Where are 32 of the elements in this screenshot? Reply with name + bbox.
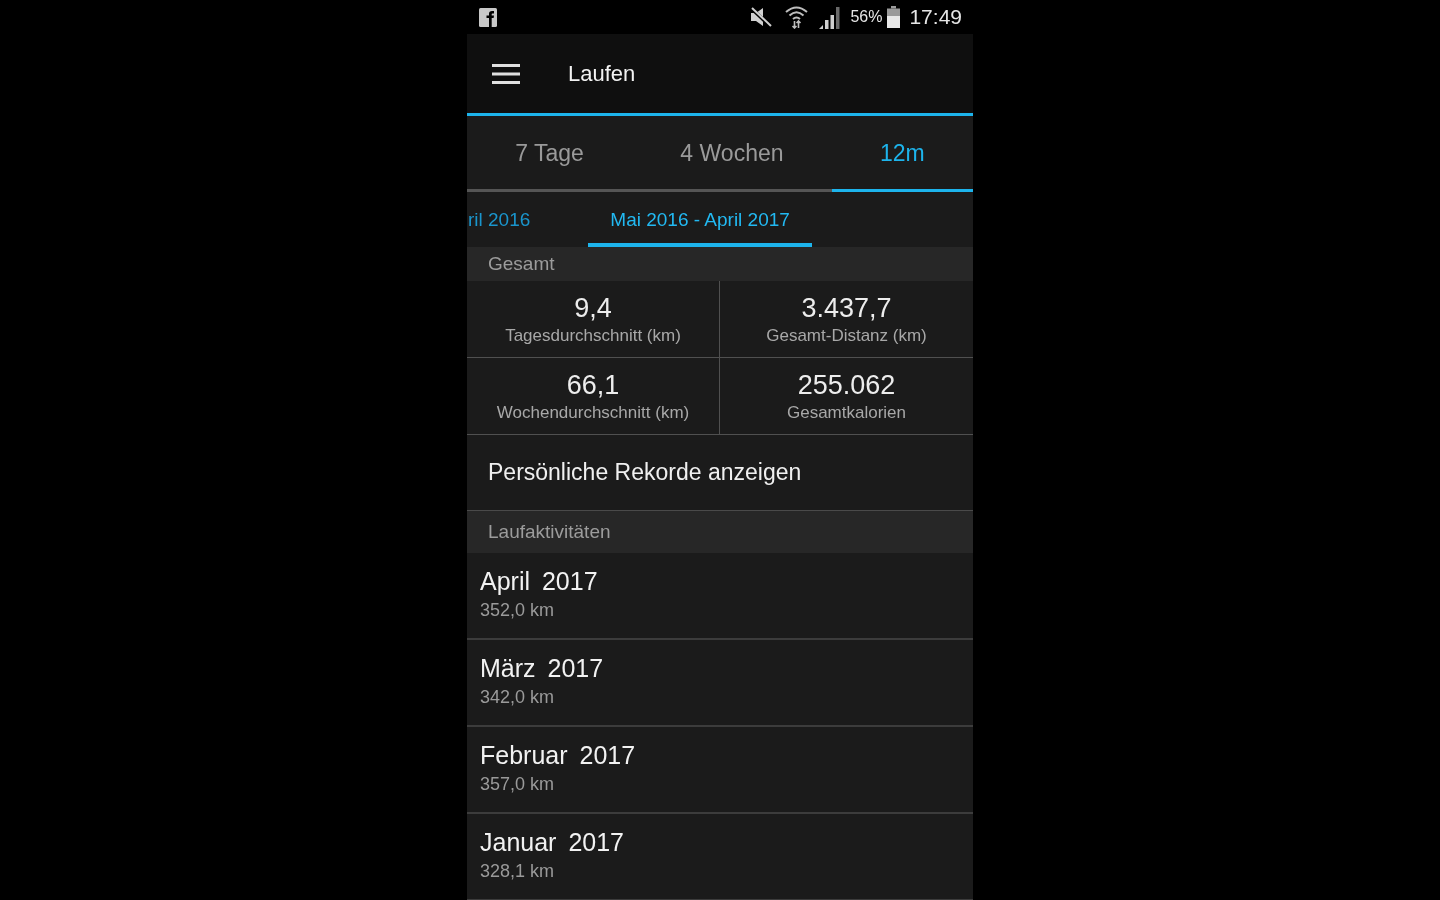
month-title: März 2017 <box>480 653 605 683</box>
month-distance: 357,0 km <box>480 773 556 795</box>
period-tab[interactable]: ril 2016 <box>467 192 589 247</box>
month-distance: 352,0 km <box>480 599 556 621</box>
battery-icon <box>887 6 901 28</box>
facebook-logo-icon <box>479 7 497 27</box>
screen-title: Laufen <box>568 60 636 87</box>
stat-label: Tagesdurchschnitt (km) <box>505 326 681 346</box>
stat-label: Gesamtkalorien <box>786 403 907 423</box>
signal-icon <box>819 5 843 29</box>
stat-label: Wochendurchschnitt (km) <box>496 403 690 423</box>
month-title: Februar 2017 <box>480 740 637 770</box>
stat-value: 66,1 <box>566 369 620 401</box>
stat-value: 3.437,7 <box>801 292 892 324</box>
battery-percent: 56% <box>850 8 883 26</box>
stat-value: 255.062 <box>797 369 896 401</box>
range-tab[interactable]: 12m <box>831 116 973 192</box>
month-title: Januar 2017 <box>480 827 625 857</box>
mute-icon <box>750 7 773 27</box>
month-distance: 342,0 km <box>480 686 556 708</box>
month-distance: 328,1 km <box>480 860 556 882</box>
clock-time: 17:49 <box>909 5 962 29</box>
menu-button[interactable] <box>492 63 520 84</box>
range-tab[interactable]: 7 Tage <box>467 116 633 192</box>
section-header: Laufaktivitäten <box>467 511 973 553</box>
section-header: Gesamt <box>467 247 973 281</box>
wifi-icon <box>785 5 809 29</box>
menu-icon <box>492 63 520 84</box>
stat-label: Gesamt-Distanz (km) <box>766 326 927 346</box>
month-title: April 2017 <box>480 566 599 596</box>
range-tab[interactable]: 4 Wochen <box>632 116 832 192</box>
stat-value: 9,4 <box>574 292 612 324</box>
